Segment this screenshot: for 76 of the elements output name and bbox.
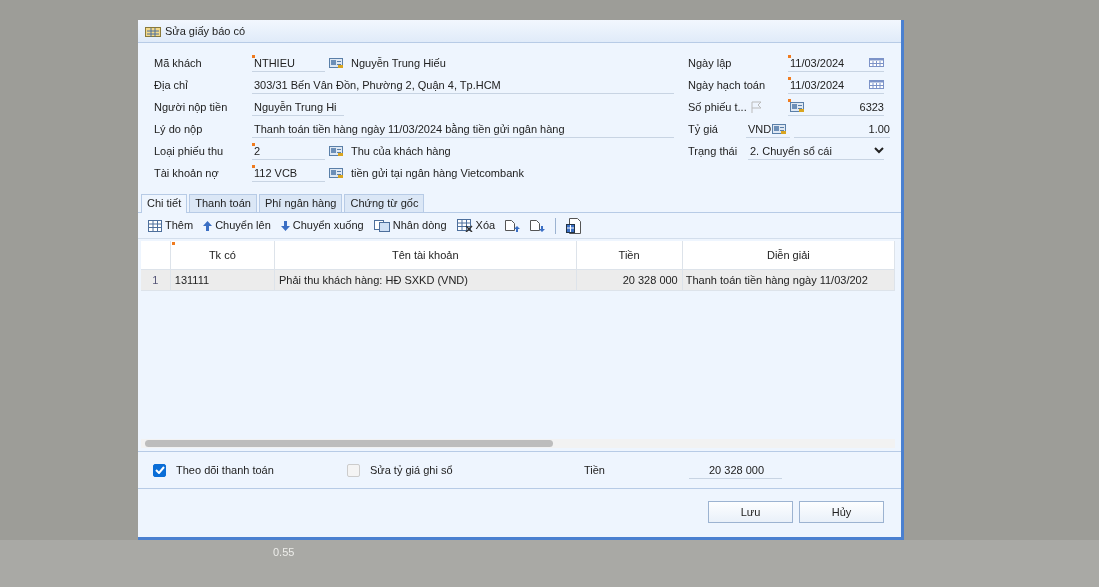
window-icon <box>145 25 161 37</box>
field-label: Số phiếu t... <box>688 99 748 115</box>
chevron-down-icon <box>874 147 884 154</box>
card-icon <box>329 146 343 156</box>
field-label: Mã khách <box>154 55 203 71</box>
card-icon <box>772 123 787 134</box>
table-cell: 20 328 000 <box>576 269 683 291</box>
input-field[interactable]: 2 <box>252 142 325 160</box>
flag-icon <box>750 101 762 113</box>
field-label: Tỷ giá <box>688 121 719 137</box>
field-label: Tài khoản nợ <box>154 165 220 181</box>
date-field[interactable]: 11/03/2024 <box>788 54 884 72</box>
calendar-icon <box>869 80 884 89</box>
window-title: Sửa giấy báo có <box>165 23 246 39</box>
input-field[interactable]: 1.00 <box>794 120 890 138</box>
dialog-button[interactable]: Lưu <box>708 501 793 523</box>
table-cell: 131111 <box>170 269 276 291</box>
field-label: Địa chỉ <box>154 77 189 93</box>
field-description: tiền gửi tại ngân hàng Vietcombank <box>351 165 524 181</box>
tab[interactable]: Phí ngân hàng <box>258 194 343 212</box>
tab[interactable]: Chi tiết <box>141 194 188 213</box>
input-field[interactable]: Nguyễn Trung Hi <box>252 98 344 116</box>
field-label: Loại phiếu thu <box>154 143 225 159</box>
field-label: Trạng thái <box>688 143 739 159</box>
page-arrow-up-icon <box>505 219 521 232</box>
card-icon <box>790 101 804 112</box>
input-field[interactable]: 6323 <box>788 98 884 116</box>
field-label: Người nộp tiền <box>154 99 229 115</box>
toolbar-button[interactable]: Chuyển xuống <box>280 217 364 234</box>
field-label: Ngày hạch toán <box>688 77 767 93</box>
column-header: Tk có <box>170 241 275 269</box>
tab[interactable]: Thanh toán <box>189 194 257 212</box>
arrow-up-icon <box>203 220 213 231</box>
field-description: Thu của khách hàng <box>351 143 451 159</box>
total-field: 20 328 000 <box>689 461 782 479</box>
dialog-button[interactable]: Hủy <box>799 501 884 523</box>
horizontal-scrollbar[interactable] <box>141 439 895 448</box>
export-button[interactable] <box>566 217 582 234</box>
checkbox[interactable] <box>153 463 166 477</box>
toolbar-button[interactable]: Xóa <box>456 217 496 234</box>
page-arrow-down-icon <box>530 219 546 232</box>
tab[interactable]: Chứng từ gốc <box>344 194 425 212</box>
column-header: Diễn giải <box>682 241 895 269</box>
insert-below-button[interactable] <box>530 219 546 232</box>
column-header: Tên tài khoản <box>274 241 577 269</box>
backdrop-text: 0.55 <box>273 546 295 558</box>
calendar-icon <box>869 58 884 67</box>
total-label: Tiền <box>584 462 606 478</box>
status-dropdown[interactable]: 2. Chuyển sổ cái <box>748 142 884 160</box>
toolbar-button[interactable]: Nhân dòng <box>373 217 447 234</box>
input-field[interactable]: NTHIEU <box>252 54 325 72</box>
corner-header-cell <box>141 241 171 269</box>
column-header: Tiền <box>576 241 683 269</box>
date-field[interactable]: 11/03/2024 <box>788 76 884 94</box>
currency-field[interactable]: VND <box>746 120 790 138</box>
checkbox-label: Theo dõi thanh toán <box>176 462 274 478</box>
field-label: Ngày lập <box>688 55 733 71</box>
card-icon <box>329 58 343 68</box>
row-number: 1 <box>141 269 171 291</box>
input-field[interactable]: 112 VCB <box>252 164 325 182</box>
card-icon <box>329 168 343 178</box>
checkbox-label: Sửa tỷ giá ghi sổ <box>370 462 453 478</box>
field-label: Lý do nộp <box>154 121 204 137</box>
toolbar-button[interactable]: Thêm <box>148 217 194 234</box>
insert-above-button[interactable] <box>505 219 521 232</box>
table-cell: Phải thu khách hàng: HĐ SXKD (VND) <box>275 269 577 291</box>
grid-icon <box>148 219 162 232</box>
grid-delete-icon <box>456 219 473 232</box>
field-description: Nguyễn Trung Hiếu <box>351 55 446 71</box>
copy-icon <box>373 219 390 232</box>
document-grid-icon <box>566 217 582 234</box>
table-cell: Thanh toán tiền hàng ngày 11/03/202 <box>682 269 895 291</box>
input-field[interactable]: Thanh toán tiền hàng ngày 11/03/2024 bằng tiền gửi ngân hàng <box>252 120 674 138</box>
input-field[interactable]: 303/31 Bến Vân Đồn, Phường 2, Quận 4, Tp.HCM <box>252 76 674 94</box>
arrow-down-icon <box>280 220 290 231</box>
toolbar-button[interactable]: Chuyển lên <box>203 217 271 234</box>
